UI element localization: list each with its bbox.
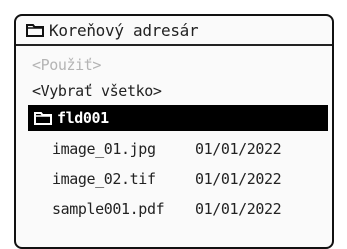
file-name: image_02.tif <box>52 170 156 188</box>
file-name: sample001.pdf <box>52 200 165 218</box>
file-browser-panel: Koreňový adresár <Použiť> <Vybrať všetko… <box>14 14 334 249</box>
file-item[interactable]: sample001.pdf 01/01/2022 <box>16 196 332 222</box>
folder-item-fld001[interactable]: fld001 <box>28 105 328 131</box>
file-name: image_01.jpg <box>52 140 156 158</box>
folder-name: fld001 <box>57 109 109 127</box>
header-bar: Koreňový adresár <box>16 16 332 46</box>
file-item[interactable]: image_02.tif 01/01/2022 <box>16 166 332 192</box>
use-option[interactable]: <Použiť> <box>16 52 332 78</box>
select-all-option[interactable]: <Vybrať všetko> <box>16 78 332 104</box>
file-item[interactable]: image_01.jpg 01/01/2022 <box>16 136 332 162</box>
file-date: 01/01/2022 <box>195 140 282 158</box>
select-all-label: <Vybrať všetko> <box>32 82 162 100</box>
folder-icon <box>34 111 52 125</box>
page-title: Koreňový adresár <box>49 20 199 40</box>
file-date: 01/01/2022 <box>195 200 282 218</box>
folder-icon <box>26 23 44 37</box>
file-date: 01/01/2022 <box>195 170 282 188</box>
use-option-label: <Použiť> <box>32 56 102 74</box>
